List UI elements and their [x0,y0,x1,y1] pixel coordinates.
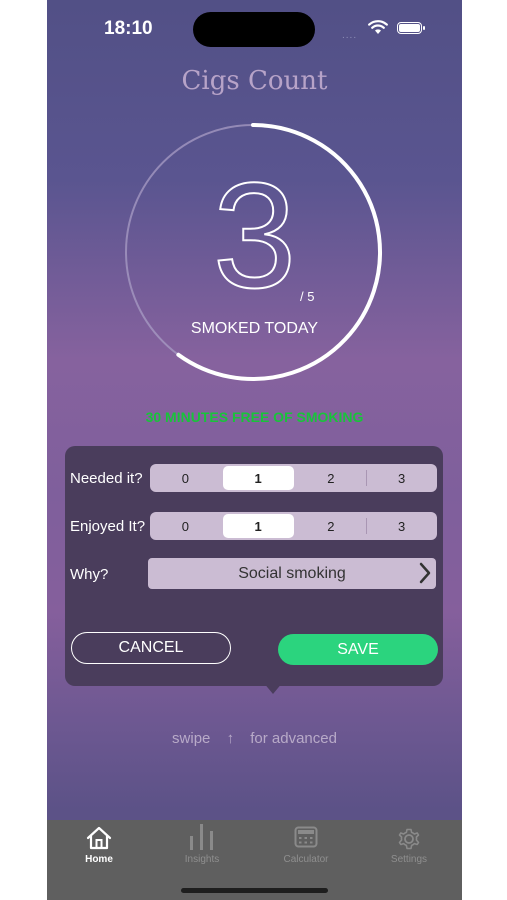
tab-calculator-label: Calculator [283,854,329,865]
house-icon [86,826,112,850]
dynamic-island [193,12,315,47]
swipe-hint: swipe ↑ for advanced [47,730,462,747]
tab-settings[interactable]: Settings [359,820,459,870]
needed-segmented-control: 0 1 2 3 [150,464,437,492]
smoked-count: 3 [212,151,297,319]
cancel-button[interactable]: CANCEL [71,632,231,664]
tab-insights[interactable]: Insights [152,820,252,870]
enjoyed-option-1[interactable]: 1 [222,514,294,538]
enjoyed-option-0[interactable]: 0 [150,512,221,540]
needed-option-2[interactable]: 2 [296,464,367,492]
needed-label: Needed it? [70,470,143,487]
daily-goal: / 5 [300,289,315,304]
smoked-today-label: SMOKED TODAY [190,320,319,337]
app-title: Cigs Count [181,66,328,96]
tab-settings-label: Settings [390,854,428,865]
swipe-hint-prefix: swipe [172,730,211,747]
arrow-up-icon: ↑ [226,730,235,747]
why-value: Social smoking [238,565,346,582]
tab-home[interactable]: Home [49,820,149,870]
enjoyed-segmented-control: 0 1 2 3 [150,512,437,540]
chevron-right-icon [419,562,431,584]
status-time: 18:10 [104,18,153,39]
swipe-hint-suffix: for advanced [250,730,337,747]
phone-screen: 18:10 .... Cigs Count 3 / 5 SMOKED TODAY… [47,0,462,900]
tab-calculator[interactable]: Calculator [256,820,356,870]
needed-option-0[interactable]: 0 [150,464,221,492]
home-indicator [181,888,328,893]
smoke-free-message: 30 MINUTES FREE OF SMOKING [145,409,364,425]
calculator-icon [294,826,318,848]
wifi-icon [368,20,388,34]
battery-icon [397,22,425,34]
why-select[interactable]: Social smoking [148,558,436,589]
enjoyed-option-3[interactable]: 3 [366,512,437,540]
panel-pointer [263,682,283,694]
needed-option-3[interactable]: 3 [366,464,437,492]
tab-home-label: Home [85,854,113,865]
save-button[interactable]: SAVE [278,634,438,665]
enjoyed-label: Enjoyed It? [70,518,146,535]
why-label: Why? [70,566,109,583]
bar-chart-icon [190,824,213,850]
tab-insights-label: Insights [184,854,220,865]
needed-option-1[interactable]: 1 [222,466,294,490]
enjoyed-option-2[interactable]: 2 [296,512,367,540]
signal-icon: .... [342,30,358,41]
gear-icon [398,828,420,850]
